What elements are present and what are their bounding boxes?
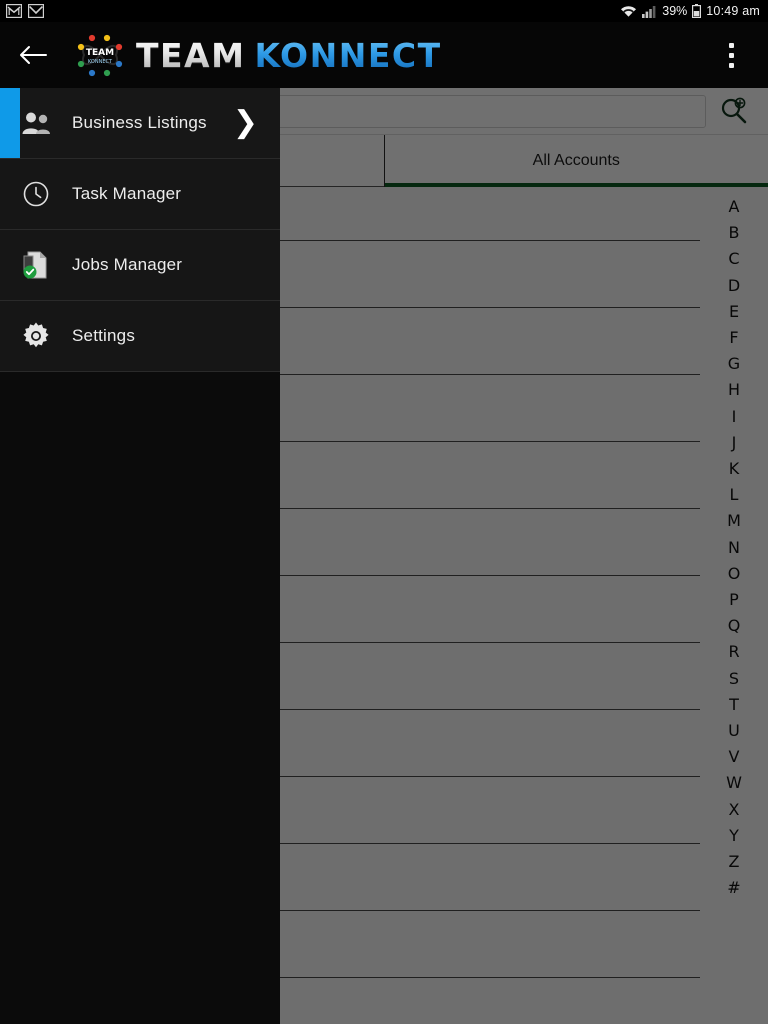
overflow-menu-button[interactable] <box>708 22 754 88</box>
overflow-dot <box>728 52 734 58</box>
alpha-index-letter[interactable]: I <box>732 404 737 430</box>
alpha-index-letter[interactable]: U <box>728 718 740 744</box>
drawer-item-label: Task Manager <box>72 184 182 203</box>
cellular-signal-icon <box>642 5 657 18</box>
app-root: 39% 10:49 am TEAM KONNECT TEAM KONNECT A… <box>0 0 768 1024</box>
alpha-index-letter[interactable]: M <box>727 508 741 534</box>
tab-label: All Accounts <box>532 152 620 169</box>
team-konnect-logo: TEAM KONNECT <box>76 31 124 79</box>
alpha-index-letter[interactable]: B <box>729 220 740 246</box>
battery-percentage: 39% <box>662 4 688 18</box>
drawer-item-task-manager[interactable]: Task Manager <box>0 159 280 230</box>
alpha-index-letter[interactable]: R <box>728 639 739 665</box>
alpha-index-letter[interactable]: Q <box>728 613 741 639</box>
navigation-drawer: Business Listings ❯ Task Manager Jobs Ma… <box>0 88 280 1024</box>
alpha-index-letter[interactable]: H <box>728 377 740 403</box>
alpha-index-letter[interactable]: F <box>729 325 738 351</box>
alpha-index-letter[interactable]: D <box>728 273 740 299</box>
brand-title: TEAM KONNECT <box>136 36 442 75</box>
alphabet-index[interactable]: A B C D E F G H I J K L M N O P Q R S T U V W X Y Z # <box>700 187 768 1024</box>
drawer-item-label: Business Listings <box>72 113 207 132</box>
alpha-index-letter[interactable]: N <box>728 535 740 561</box>
gmail-icon <box>5 3 23 19</box>
brand: TEAM KONNECT TEAM KONNECT <box>76 31 442 79</box>
clock-time: 10:49 am <box>706 4 760 18</box>
alpha-index-letter[interactable]: A <box>729 194 740 220</box>
battery-icon <box>692 4 702 19</box>
back-arrow-icon <box>20 46 47 64</box>
status-bar-left <box>5 3 45 19</box>
overflow-dot <box>728 62 734 68</box>
alpha-index-letter[interactable]: # <box>727 875 740 901</box>
alpha-index-letter[interactable]: Z <box>729 849 740 875</box>
search-icon <box>721 97 747 124</box>
chevron-right-icon: ❯ <box>232 105 258 140</box>
alpha-index-letter[interactable]: C <box>728 246 739 272</box>
clock-icon <box>0 180 72 208</box>
tab-all-accounts[interactable]: All Accounts <box>383 135 768 187</box>
alpha-index-letter[interactable]: X <box>729 797 740 823</box>
alpha-index-letter[interactable]: S <box>729 666 739 692</box>
svg-text:KONNECT: KONNECT <box>88 59 113 65</box>
alpha-index-letter[interactable]: K <box>729 456 740 482</box>
app-bar: TEAM KONNECT TEAM KONNECT <box>0 22 768 88</box>
brand-title-konnect: KONNECT <box>254 35 442 75</box>
drawer-item-jobs-manager[interactable]: Jobs Manager <box>0 230 280 301</box>
alpha-index-letter[interactable]: L <box>730 482 739 508</box>
selected-indicator-bar <box>0 88 20 158</box>
status-bar: 39% 10:49 am <box>0 0 768 22</box>
alpha-index-letter[interactable]: E <box>729 299 739 325</box>
drawer-item-label: Jobs Manager <box>72 255 183 274</box>
wifi-icon <box>620 5 637 18</box>
email-icon <box>27 3 45 19</box>
alpha-index-letter[interactable]: J <box>732 430 737 456</box>
alpha-index-letter[interactable]: P <box>729 587 739 613</box>
gear-icon <box>0 321 72 351</box>
drawer-item-label: Settings <box>72 326 136 345</box>
alpha-index-letter[interactable]: W <box>726 770 742 796</box>
alpha-index-letter[interactable]: O <box>728 561 741 587</box>
alpha-index-letter[interactable]: V <box>729 744 740 770</box>
drawer-item-settings[interactable]: Settings <box>0 301 280 372</box>
brand-title-team: TEAM <box>136 35 246 75</box>
svg-text:TEAM: TEAM <box>86 48 114 58</box>
document-check-icon <box>0 250 72 280</box>
alpha-index-letter[interactable]: T <box>729 692 739 718</box>
alpha-index-letter[interactable]: Y <box>729 823 739 849</box>
back-button[interactable] <box>0 22 66 88</box>
drawer-menu: Business Listings ❯ Task Manager Jobs Ma… <box>0 88 280 372</box>
drawer-item-business-listings[interactable]: Business Listings ❯ <box>0 88 280 159</box>
alpha-index-letter[interactable]: G <box>728 351 740 377</box>
search-button[interactable] <box>706 89 762 133</box>
overflow-dot <box>728 42 734 48</box>
status-bar-right: 39% 10:49 am <box>620 4 760 19</box>
